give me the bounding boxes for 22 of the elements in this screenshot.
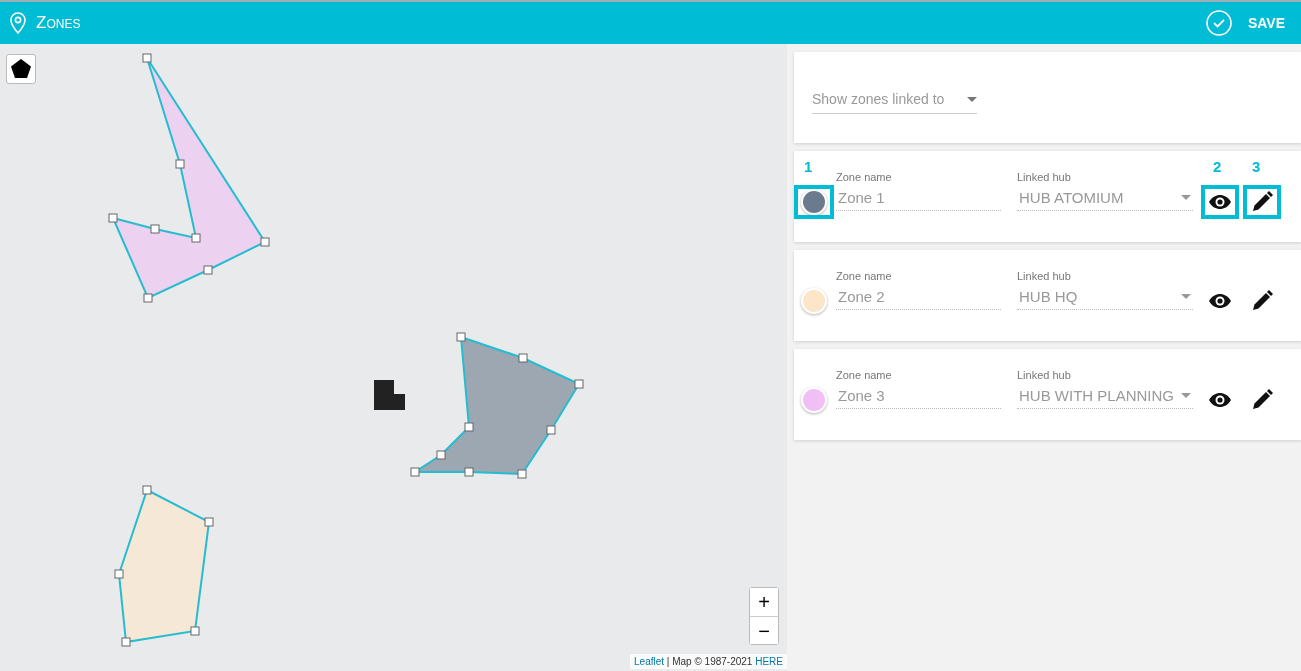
attribution-link[interactable]: HERE	[755, 656, 783, 667]
linked-hub-select[interactable]: HUB WITH PLANNING	[1017, 383, 1193, 409]
zone-name-field[interactable]: Zone 1	[836, 185, 1001, 211]
callout-number: 1	[804, 159, 813, 174]
zone-name-field[interactable]: Zone 2	[836, 284, 1001, 310]
linked-hub-select[interactable]: HUB HQ	[1017, 284, 1193, 310]
zone-name-field[interactable]: Zone 3	[836, 383, 1001, 409]
field-label: Zone name	[836, 269, 893, 284]
hub-filter-select[interactable]: Show zones linked to	[812, 89, 977, 114]
field-label: Linked hub	[1017, 269, 1072, 284]
save-button[interactable]: SAVE	[1205, 10, 1285, 36]
linked-hub-select[interactable]: HUB ATOMIUM	[1017, 185, 1193, 211]
field-label: Zone name	[836, 170, 893, 185]
zoom-out-button[interactable]: −	[750, 616, 778, 644]
page-title: Zones	[36, 12, 81, 35]
field-label: Linked hub	[1017, 368, 1072, 383]
callout-number: 2	[1213, 159, 1222, 174]
map-attribution: Leaflet | Map © 1987-2021 HERE	[630, 654, 787, 669]
attribution-link[interactable]: Leaflet	[634, 656, 665, 667]
callout-number: 3	[1252, 159, 1261, 174]
field-label: Zone name	[836, 368, 893, 383]
field-label: Linked hub	[1017, 170, 1072, 185]
